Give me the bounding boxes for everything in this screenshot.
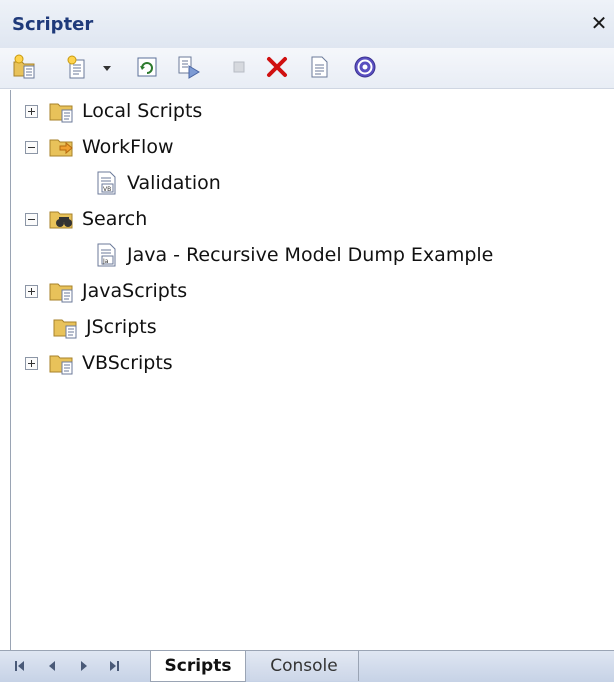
tree-item-label: Search [82,208,148,230]
delete-icon[interactable] [264,54,290,80]
workflow-folder-icon [48,134,76,160]
tree-item-java-recursive-model-dump[interactable]: Ja Java - Recursive Model Dump Example [93,237,493,273]
tab-console[interactable]: Console [250,651,359,681]
svg-text:Ja: Ja [102,258,109,265]
scripter-toolbar [0,48,614,89]
tree-item-search[interactable]: Search [25,201,147,237]
svg-text:VB: VB [103,186,111,193]
collapse-icon[interactable] [25,140,38,154]
close-icon[interactable]: ✕ [588,12,610,34]
dropdown-arrow-icon[interactable] [100,54,114,80]
tree-item-vbscripts[interactable]: VBScripts [25,345,173,381]
search-folder-icon [48,206,76,232]
tree-item-label: Java - Recursive Model Dump Example [127,244,494,266]
script-folder-icon [52,314,80,340]
js-script-icon: Ja [93,242,121,268]
script-folder-icon [48,350,76,376]
next-icon[interactable] [76,659,92,673]
tree-item-javascripts[interactable]: JavaScripts [25,273,187,309]
tree-item-label: VBScripts [82,352,173,374]
prev-icon[interactable] [44,659,60,673]
script-tree: Local Scripts WorkFlow VB Validation Sea… [10,90,611,650]
tree-item-validation[interactable]: VB Validation [93,165,221,201]
expand-icon[interactable] [25,284,38,298]
help-icon[interactable] [352,54,378,80]
panel-titlebar: Scripter ✕ [0,0,614,48]
tree-item-local-scripts[interactable]: Local Scripts [25,93,202,129]
new-script-icon[interactable] [64,54,90,80]
vb-script-icon: VB [93,170,121,196]
run-script-icon[interactable] [176,54,202,80]
new-group-icon[interactable] [12,54,38,80]
expand-icon[interactable] [25,104,38,118]
refresh-icon[interactable] [134,54,160,80]
tree-item-label: Local Scripts [82,100,203,122]
tree-item-label: WorkFlow [82,136,174,158]
expand-icon[interactable] [25,356,38,370]
first-icon[interactable] [12,659,28,673]
panel-title: Scripter [12,14,94,35]
collapse-icon[interactable] [25,212,38,226]
script-folder-icon [48,98,76,124]
last-icon[interactable] [106,659,122,673]
tree-item-jscripts[interactable]: JScripts [52,309,157,345]
stop-icon[interactable] [226,54,252,80]
tree-item-workflow[interactable]: WorkFlow [25,129,173,165]
tree-item-label: JavaScripts [82,280,188,302]
tree-item-label: Validation [127,172,221,194]
scripter-panel: Scripter ✕ Local Scripts WorkFlow VB Val… [0,0,614,682]
tree-item-label: JScripts [86,316,157,338]
tab-scripts[interactable]: Scripts [150,651,246,682]
script-folder-icon [48,278,76,304]
tab-bar: Scripts Console [0,650,614,682]
properties-icon[interactable] [306,54,332,80]
